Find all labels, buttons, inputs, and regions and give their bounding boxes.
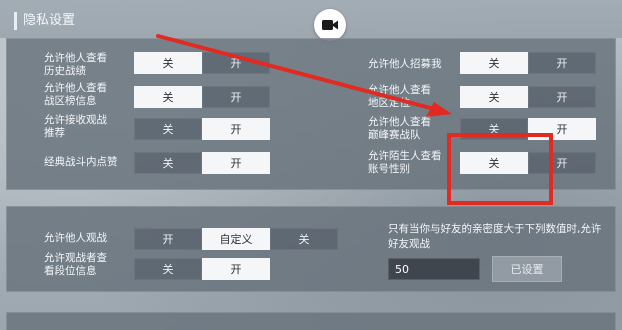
annotation-highlight-box — [447, 133, 553, 205]
